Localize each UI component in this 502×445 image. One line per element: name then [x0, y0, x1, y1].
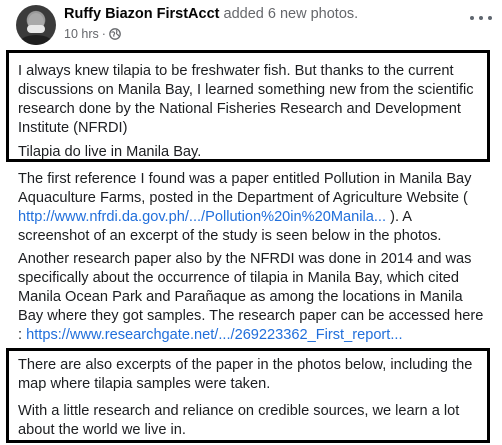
post-time[interactable]: 10 hrs — [64, 27, 99, 41]
avatar-mask — [27, 25, 45, 33]
avatar-shoulders — [18, 35, 54, 45]
more-dot — [470, 16, 474, 20]
paragraph-text: The first reference I found was a paper … — [18, 171, 472, 206]
post-paragraph-first-reference: The first reference I found was a paper … — [18, 170, 486, 246]
avatar[interactable] — [16, 5, 56, 45]
post-header: Ruffy Biazon FirstAcct added 6 new photo… — [0, 0, 502, 50]
post-paragraph-intro: I always knew tilapia to be freshwater f… — [18, 63, 474, 136]
post-action: added 6 new photos. — [223, 6, 359, 22]
more-dot — [488, 16, 492, 20]
post-meta: 10 hrs · — [64, 27, 121, 41]
meta-separator: · — [101, 27, 106, 41]
more-dot — [479, 16, 483, 20]
author-name[interactable]: Ruffy Biazon FirstAcct — [64, 6, 220, 22]
post-paragraph-second-reference: Another research paper also by the NFRDI… — [18, 250, 486, 345]
post-paragraph-excerpts: There are also excerpts of the paper in … — [18, 357, 473, 392]
post-paragraph-conclusion: With a little research and reliance on c… — [18, 403, 460, 438]
post-paragraph-tilapia: Tilapia do live in Manila Bay. — [18, 144, 202, 160]
more-options-icon[interactable] — [470, 9, 492, 27]
researchgate-link[interactable]: https://www.researchgate.net/.../2692233… — [26, 327, 402, 343]
author-line: Ruffy Biazon FirstAcct added 6 new photo… — [64, 6, 358, 22]
globe-icon[interactable] — [109, 28, 121, 40]
nfrdi-link[interactable]: http://www.nfrdi.da.gov.ph/.../Pollution… — [18, 209, 386, 225]
